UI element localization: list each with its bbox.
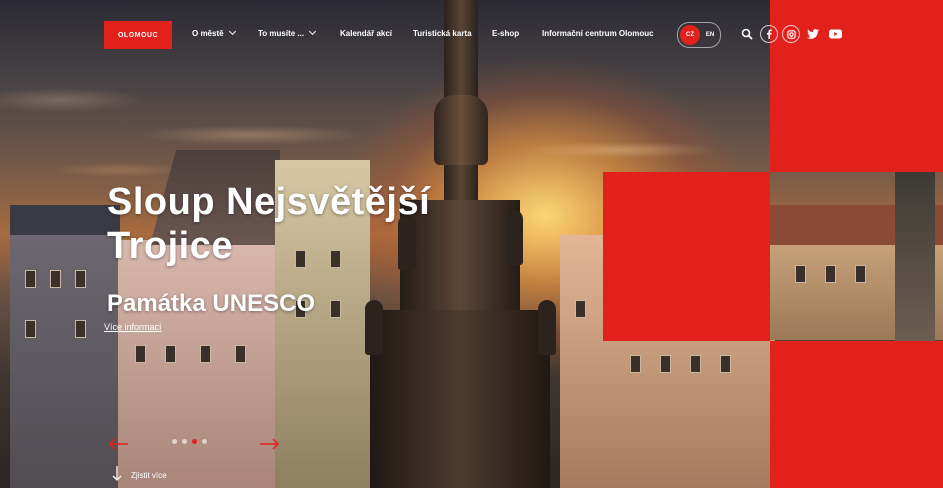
- town-hall-tower: [895, 172, 935, 342]
- olomouc-logo[interactable]: OLOMOUC: [104, 21, 172, 49]
- nav-label: E-shop: [492, 29, 520, 38]
- scroll-down-link[interactable]: Zjistit více: [112, 466, 192, 484]
- statue: [505, 210, 523, 265]
- search-icon[interactable]: [738, 25, 756, 43]
- window: [720, 355, 731, 373]
- language-cz[interactable]: CZ: [680, 25, 700, 45]
- building-left: [10, 210, 120, 488]
- nav-label: Turistická karta: [413, 29, 472, 38]
- window: [690, 355, 701, 373]
- nav-item-e-shop[interactable]: E-shop: [492, 29, 519, 38]
- window: [75, 320, 86, 338]
- more-info-link[interactable]: Více informací: [104, 322, 162, 332]
- statue: [365, 300, 383, 355]
- chevron-down-icon: [309, 27, 317, 36]
- nav-item-informacni-centrum[interactable]: Informační centrum Olomouc: [542, 29, 654, 38]
- slider-next-arrow[interactable]: [258, 437, 280, 450]
- nav-label: To musíte ...: [258, 29, 305, 38]
- slider-dot[interactable]: [172, 439, 177, 444]
- window: [25, 320, 36, 338]
- window: [575, 300, 586, 318]
- column-lower-base: [370, 310, 550, 488]
- building-pink: [118, 240, 278, 488]
- hero-title: Sloup Nejsvětější Trojice: [107, 180, 430, 268]
- window: [75, 270, 86, 288]
- slider-prev-arrow[interactable]: [108, 437, 130, 450]
- nav-label: Kalendář akcí: [340, 29, 393, 38]
- window: [50, 270, 61, 288]
- window: [165, 345, 176, 363]
- hero-subtitle: Památka UNESCO: [107, 290, 316, 317]
- nav-label: Informační centrum Olomouc: [542, 29, 654, 38]
- hero-title-line: Sloup Nejsvětější: [107, 181, 431, 223]
- instagram-icon[interactable]: [782, 25, 800, 43]
- nav-item-o-meste[interactable]: O městě: [192, 27, 236, 38]
- nav-item-to-musite[interactable]: To musíte ...: [258, 27, 317, 38]
- logo-text: OLOMOUC: [117, 31, 159, 39]
- language-en[interactable]: EN: [702, 25, 718, 45]
- window: [135, 345, 146, 363]
- nav-label: O městě: [192, 29, 224, 38]
- language-switcher: CZ EN: [677, 22, 721, 48]
- building-roof-left: [10, 205, 120, 235]
- statue: [538, 300, 556, 355]
- scroll-down-label: Zjistit více: [131, 471, 167, 480]
- window: [235, 345, 246, 363]
- top-navigation: OLOMOUC O městě To musíte ... Kalendář a…: [0, 0, 943, 70]
- red-panel-bottom-right: [770, 341, 943, 488]
- window: [330, 300, 341, 318]
- slider-dot[interactable]: [182, 439, 187, 444]
- window: [660, 355, 671, 373]
- twitter-icon[interactable]: [804, 25, 822, 43]
- nav-item-turisticka-karta[interactable]: Turistická karta: [413, 29, 472, 38]
- nav-item-kalendar-akci[interactable]: Kalendář akcí: [340, 29, 392, 38]
- red-panel-middle: [603, 172, 770, 341]
- chevron-down-icon: [228, 27, 236, 36]
- window: [200, 345, 211, 363]
- window: [795, 265, 806, 283]
- arrow-down-icon: [112, 466, 122, 481]
- slider-dot-active[interactable]: [192, 439, 197, 444]
- youtube-icon[interactable]: [826, 25, 844, 43]
- hero-title-line: Trojice: [107, 225, 233, 267]
- facebook-icon[interactable]: [760, 25, 778, 43]
- slider-dot[interactable]: [202, 439, 207, 444]
- window: [630, 355, 641, 373]
- window: [25, 270, 36, 288]
- column-capital: [434, 95, 488, 165]
- window: [825, 265, 836, 283]
- window: [855, 265, 866, 283]
